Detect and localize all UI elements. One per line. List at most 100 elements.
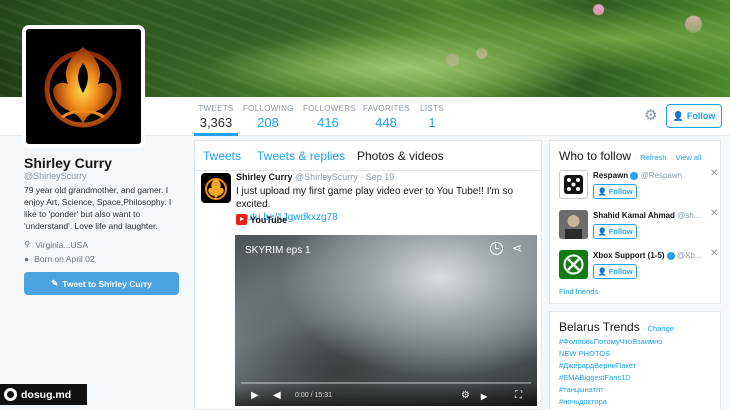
wtf-account: Shahid Kamal Ahmad @sh... ✕ 👤 Follow bbox=[559, 208, 718, 246]
shahid-avatar[interactable] bbox=[559, 210, 588, 239]
wtf-account-name[interactable]: Respawn ✓ @Respawn bbox=[593, 171, 711, 180]
dismiss-icon[interactable]: ✕ bbox=[710, 168, 718, 179]
stat-label: LISTS bbox=[420, 104, 444, 113]
gear-icon[interactable]: ⚙ bbox=[644, 108, 660, 124]
share-icon[interactable]: ⋖ bbox=[512, 241, 522, 255]
profile-location: ⚲ Virginia...USA bbox=[24, 239, 88, 250]
location-text: Virginia...USA bbox=[35, 239, 88, 250]
avatar[interactable] bbox=[22, 25, 145, 148]
find-friends-link[interactable]: Find friends bbox=[559, 287, 598, 296]
settings-icon[interactable]: ⚙ bbox=[461, 390, 470, 401]
stat-value: 448 bbox=[375, 115, 397, 130]
timeline: Tweets Tweets & replies Photos & videos … bbox=[194, 140, 542, 410]
stat-label: FOLLOWERS bbox=[303, 104, 356, 113]
watermark-logo-icon bbox=[4, 388, 17, 401]
follow-button[interactable]: 👤 Follow bbox=[593, 224, 637, 239]
add-user-icon: 👤 bbox=[672, 110, 684, 121]
tweet-header: Shirley Curry @ShirleyScurry · Sep 19 bbox=[236, 172, 394, 182]
view-all-link[interactable]: View all bbox=[676, 153, 702, 162]
stat-lists[interactable]: LISTS 1 bbox=[419, 97, 445, 136]
youtube-icon bbox=[236, 214, 247, 225]
youtube-logo-icon[interactable]: ▶ bbox=[481, 392, 487, 401]
change-link[interactable]: · Change bbox=[643, 324, 674, 333]
tweet-avatar[interactable] bbox=[201, 173, 231, 203]
stat-tweets[interactable]: TWEETS 3,363 bbox=[194, 97, 238, 136]
trend-item[interactable]: #ФолловьПотомуЧтоВзаимно bbox=[559, 336, 662, 348]
trends-header: Belarus Trends · Change bbox=[559, 320, 674, 334]
tweet-date[interactable]: · Sep 19 bbox=[360, 172, 394, 182]
watermark: dosug.md bbox=[0, 384, 87, 405]
tweet-to-button[interactable]: ✎ Tweet to Shirley Curry bbox=[24, 272, 179, 295]
add-user-icon: 👤 bbox=[597, 267, 607, 276]
dismiss-icon[interactable]: ✕ bbox=[710, 208, 718, 219]
stat-label: FOLLOWING bbox=[243, 104, 294, 113]
xbox-avatar[interactable] bbox=[559, 250, 588, 279]
tab-tweets-replies[interactable]: Tweets & replies bbox=[257, 149, 345, 163]
location-pin-icon: ⚲ bbox=[24, 239, 31, 249]
follow-label: Follow bbox=[686, 111, 716, 121]
wtf-account: Respawn ✓ @Respawn ✕ 👤 Follow bbox=[559, 168, 718, 206]
stat-value: 416 bbox=[317, 115, 339, 130]
timeline-tabs: Tweets Tweets & replies Photos & videos bbox=[195, 141, 541, 171]
birthday-text: Born on April 02 bbox=[34, 254, 95, 264]
follow-button[interactable]: 👤 Follow bbox=[593, 184, 637, 199]
tweet-body: I just upload my first game play video e… bbox=[236, 186, 514, 210]
tab-photos-videos[interactable]: Photos & videos bbox=[357, 149, 444, 163]
stat-value: 1 bbox=[428, 115, 436, 130]
watch-later-icon[interactable] bbox=[490, 242, 503, 255]
card-source[interactable]: YouTube bbox=[236, 214, 287, 225]
who-to-follow: Who to follow · Refresh · View all Respa… bbox=[549, 140, 721, 304]
person-icon bbox=[559, 210, 588, 239]
trend-item[interactable]: #ночьдоктора bbox=[559, 396, 662, 408]
stat-value: 208 bbox=[257, 115, 279, 130]
add-user-icon: 👤 bbox=[597, 187, 607, 196]
play-icon[interactable]: ▶ bbox=[251, 390, 259, 401]
video-progress-bar[interactable] bbox=[241, 382, 531, 384]
account-handle: @Respawn bbox=[640, 171, 683, 180]
stat-label: FAVORITES bbox=[363, 104, 411, 113]
stat-favorites[interactable]: FAVORITES 448 bbox=[363, 97, 411, 136]
profile-name[interactable]: Shirley Curry bbox=[24, 155, 112, 171]
wtf-account-name[interactable]: Xbox Support (1-5) ✓ @Xb... bbox=[593, 251, 711, 260]
follow-label: Follow bbox=[608, 187, 633, 196]
trend-item[interactable]: NEW PHOTOS bbox=[559, 348, 662, 360]
volume-icon[interactable]: ◀ bbox=[273, 390, 281, 401]
wtf-separator: · bbox=[669, 153, 673, 162]
follow-label: Follow bbox=[608, 227, 633, 236]
trend-item[interactable]: #EMABiggestFans1D bbox=[559, 372, 662, 384]
wtf-title: Who to follow bbox=[559, 149, 632, 163]
tweet-to-label: Tweet to Shirley Curry bbox=[62, 278, 152, 289]
follow-button[interactable]: 👤 Follow bbox=[593, 264, 637, 279]
xbox-icon bbox=[563, 254, 584, 275]
account-name: Xbox Support (1-5) bbox=[593, 251, 665, 260]
tab-tweets[interactable]: Tweets bbox=[203, 149, 241, 163]
trend-item[interactable]: #ДжерардВерниПакет bbox=[559, 360, 662, 372]
trend-item[interactable]: #танцынатнт bbox=[559, 384, 662, 396]
wtf-account: Xbox Support (1-5) ✓ @Xb... ✕ 👤 Follow bbox=[559, 248, 718, 286]
refresh-link[interactable]: Refresh bbox=[640, 153, 666, 162]
video-title[interactable]: SKYRIM eps 1 bbox=[245, 245, 311, 256]
stat-following[interactable]: FOLLOWING 208 bbox=[243, 97, 293, 136]
account-handle: @sh... bbox=[677, 211, 701, 220]
profile-bio: 79 year old grandmother, and gamer. I en… bbox=[24, 185, 172, 231]
compose-icon: ✎ bbox=[51, 278, 59, 288]
wtf-account-name[interactable]: Shahid Kamal Ahmad @sh... bbox=[593, 211, 711, 220]
tweet-author[interactable]: Shirley Curry bbox=[236, 172, 293, 182]
video-player[interactable]: SKYRIM eps 1 ⋖ ▶ ◀ 0:00 / 15:31 ⚙ ▶ ⛶ bbox=[235, 235, 537, 406]
fullscreen-icon[interactable]: ⛶ bbox=[515, 390, 522, 401]
account-name: Shahid Kamal Ahmad bbox=[593, 211, 675, 220]
stat-followers[interactable]: FOLLOWERS 416 bbox=[303, 97, 356, 136]
dismiss-icon[interactable]: ✕ bbox=[710, 248, 718, 259]
respawn-avatar[interactable] bbox=[559, 170, 588, 199]
video-time: 0:00 / 15:31 bbox=[295, 392, 332, 399]
dragon-logo-icon bbox=[205, 178, 227, 200]
verified-icon: ✓ bbox=[630, 171, 639, 180]
tweet-handle[interactable]: @ShirleyScurry bbox=[295, 172, 358, 182]
dragon-logo-icon bbox=[44, 47, 122, 128]
verified-icon: ✓ bbox=[666, 251, 675, 260]
watermark-text: dosug.md bbox=[21, 388, 72, 401]
trends-card: Belarus Trends · Change #ФолловьПотомуЧт… bbox=[549, 311, 721, 410]
follow-button[interactable]: 👤 Follow bbox=[666, 104, 722, 128]
follow-label: Follow bbox=[608, 267, 633, 276]
stat-label: TWEETS bbox=[198, 104, 234, 113]
